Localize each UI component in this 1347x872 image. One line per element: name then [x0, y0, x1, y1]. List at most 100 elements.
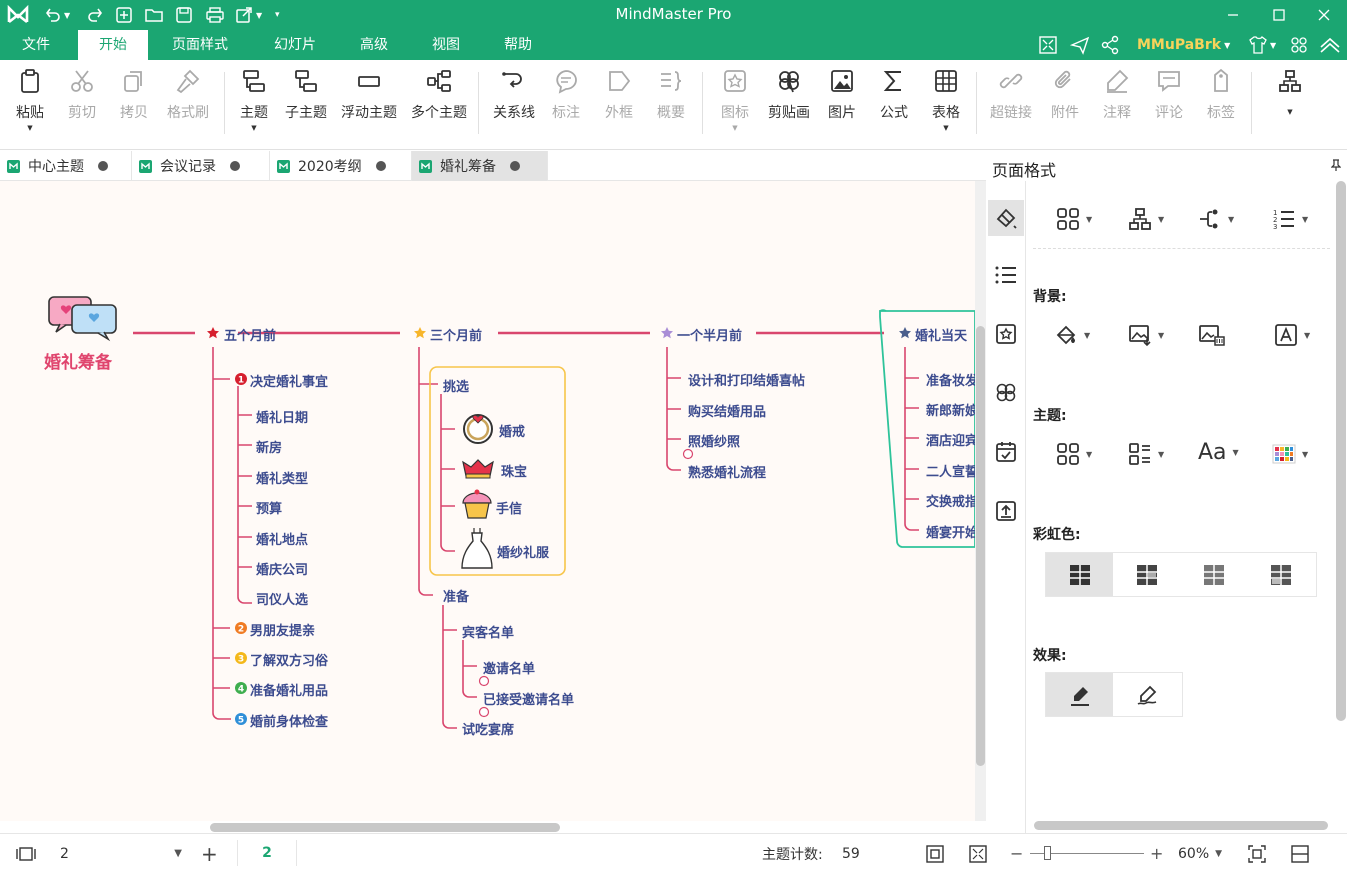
- paste-button[interactable]: 粘贴 ▼: [12, 68, 48, 146]
- unsaved-dot-icon[interactable]: [98, 161, 108, 171]
- subtopic[interactable]: 决定婚礼事宜: [250, 371, 328, 390]
- multiple-topics-button[interactable]: 多个主题: [408, 68, 470, 146]
- background-fill-dropdown[interactable]: ▼: [1054, 323, 1090, 347]
- subtopic[interactable]: 婚礼地点: [256, 529, 308, 548]
- main-topic[interactable]: 一个半月前: [677, 325, 742, 344]
- panel-vertical-scrollbar[interactable]: [1336, 181, 1346, 721]
- layout-style-dropdown[interactable]: ▼: [1056, 207, 1092, 231]
- fit-window-icon[interactable]: [1247, 834, 1267, 872]
- doc-tab-active[interactable]: 婚礼筹备: [412, 151, 548, 181]
- subtopic[interactable]: 已接受邀请名单: [483, 689, 574, 708]
- minimize-icon[interactable]: [1210, 0, 1256, 30]
- subtopic[interactable]: 男朋友提亲: [250, 620, 315, 639]
- fit-page-icon[interactable]: [925, 834, 945, 872]
- formula-button[interactable]: 公式: [876, 68, 912, 146]
- tag-button[interactable]: 标签: [1203, 68, 1239, 146]
- undo-icon[interactable]: ▼: [44, 4, 70, 26]
- subtopic[interactable]: 手信: [496, 498, 522, 517]
- subtopic[interactable]: 婚纱礼服: [497, 542, 549, 561]
- redo-icon[interactable]: [86, 4, 104, 26]
- subtopic-button[interactable]: 子主题: [282, 68, 330, 146]
- hyperlink-button[interactable]: 超链接: [987, 68, 1035, 146]
- subtopic[interactable]: 新房: [256, 437, 282, 456]
- table-button[interactable]: 表格 ▼: [928, 68, 964, 146]
- floating-topic-button[interactable]: 浮动主题: [338, 68, 400, 146]
- collapse-panel-icon[interactable]: [1290, 834, 1310, 872]
- menu-page-style[interactable]: 页面样式: [158, 30, 242, 60]
- page-panel-icon[interactable]: [16, 834, 36, 872]
- task-calendar-icon[interactable]: [988, 434, 1024, 470]
- cut-button[interactable]: 剪切: [64, 68, 100, 146]
- main-topic[interactable]: 五个月前: [224, 325, 276, 344]
- menu-view[interactable]: 视图: [418, 30, 474, 60]
- doc-tab[interactable]: 中心主题: [0, 151, 132, 181]
- menu-advanced[interactable]: 高级: [346, 30, 402, 60]
- subtopic[interactable]: 婚礼类型: [256, 468, 308, 487]
- rainbow-option-2[interactable]: [1113, 553, 1180, 596]
- subtopic[interactable]: 宾客名单: [462, 622, 514, 641]
- background-image-dropdown[interactable]: ▼: [1128, 323, 1164, 347]
- doc-tab[interactable]: 会议记录: [132, 151, 270, 181]
- subtopic[interactable]: 婚宴开始: [926, 522, 975, 541]
- attachment-button[interactable]: 附件: [1047, 68, 1083, 146]
- relationship-button[interactable]: 关系线: [490, 68, 538, 146]
- main-topic[interactable]: 婚礼当天: [915, 325, 967, 344]
- maximize-icon[interactable]: [1256, 0, 1302, 30]
- subtopic[interactable]: 婚戒: [499, 421, 525, 440]
- apps-icon[interactable]: [1289, 30, 1309, 60]
- canvas-horizontal-scrollbar[interactable]: [0, 821, 986, 833]
- main-topic[interactable]: 三个月前: [430, 325, 482, 344]
- menu-slideshow[interactable]: 幻灯片: [258, 30, 332, 60]
- image-button[interactable]: 图片: [824, 68, 860, 146]
- mindmap-canvas[interactable]: 1 2 3 4 5 婚礼筹备 五个月前 决定婚礼事宜 婚礼日期 新房 婚礼类型 …: [0, 181, 975, 821]
- subtopic[interactable]: 婚礼日期: [256, 407, 308, 426]
- icon-library-icon[interactable]: [988, 316, 1024, 352]
- unsaved-dot-icon[interactable]: [230, 161, 240, 171]
- subtopic[interactable]: 照婚纱照: [688, 431, 740, 450]
- doc-tab[interactable]: 2020考纲: [270, 151, 412, 181]
- menu-help[interactable]: 帮助: [490, 30, 546, 60]
- clipart-library-icon[interactable]: [988, 375, 1024, 411]
- publish-icon[interactable]: [1070, 30, 1090, 60]
- unsaved-dot-icon[interactable]: [375, 161, 386, 171]
- subtopic[interactable]: 准备妆发: [926, 370, 975, 389]
- subtopic[interactable]: 准备婚礼用品: [250, 680, 328, 699]
- note-button[interactable]: 注释: [1099, 68, 1135, 146]
- numbering-dropdown[interactable]: 1 2 3 ▼: [1272, 207, 1308, 231]
- subtopic[interactable]: 珠宝: [501, 461, 527, 480]
- subtopic[interactable]: 了解双方习俗: [250, 650, 328, 669]
- open-icon[interactable]: [144, 4, 164, 26]
- rainbow-option-1[interactable]: [1046, 553, 1113, 596]
- share-icon[interactable]: [1100, 30, 1120, 60]
- subtopic[interactable]: 准备: [443, 586, 469, 605]
- subtopic[interactable]: 熟悉婚礼流程: [688, 462, 766, 481]
- boundary-button[interactable]: 外框: [601, 68, 637, 146]
- zoom-slider[interactable]: [1030, 834, 1144, 872]
- subtopic[interactable]: 试吃宴席: [462, 719, 514, 738]
- new-icon[interactable]: [115, 4, 133, 26]
- upload-icon[interactable]: [988, 493, 1024, 529]
- unsaved-dot-icon[interactable]: [510, 161, 520, 171]
- watermark-dropdown[interactable]: ▼: [1274, 323, 1310, 347]
- format-painter-button[interactable]: 格式刷: [164, 68, 212, 146]
- effect-hand-drawn[interactable]: [1113, 673, 1180, 716]
- page-select[interactable]: 2 ▼: [52, 834, 186, 872]
- structure-dropdown[interactable]: ▼: [1128, 207, 1164, 231]
- remove-background-image-button[interactable]: [1198, 323, 1226, 347]
- subtopic[interactable]: 司仪人选: [256, 589, 308, 608]
- zoom-in-icon[interactable]: +: [1150, 834, 1163, 872]
- icon-button[interactable]: 图标 ▼: [717, 68, 753, 146]
- menu-home[interactable]: 开始: [78, 30, 148, 60]
- copy-button[interactable]: 拷贝: [116, 68, 152, 146]
- subtopic[interactable]: 婚庆公司: [256, 559, 308, 578]
- subtopic[interactable]: 新郎新娘: [926, 400, 975, 419]
- central-topic[interactable]: 婚礼筹备: [44, 348, 112, 373]
- rainbow-option-3[interactable]: [1180, 553, 1247, 596]
- pin-icon[interactable]: [1330, 159, 1342, 175]
- effect-normal[interactable]: [1046, 673, 1113, 716]
- page-format-icon[interactable]: [988, 200, 1024, 236]
- fullscreen-icon[interactable]: [1038, 30, 1058, 60]
- rainbow-option-4[interactable]: [1247, 553, 1314, 596]
- subtopic[interactable]: 购买结婚用品: [688, 401, 766, 420]
- theme-layout-dropdown[interactable]: ▼: [1128, 442, 1164, 466]
